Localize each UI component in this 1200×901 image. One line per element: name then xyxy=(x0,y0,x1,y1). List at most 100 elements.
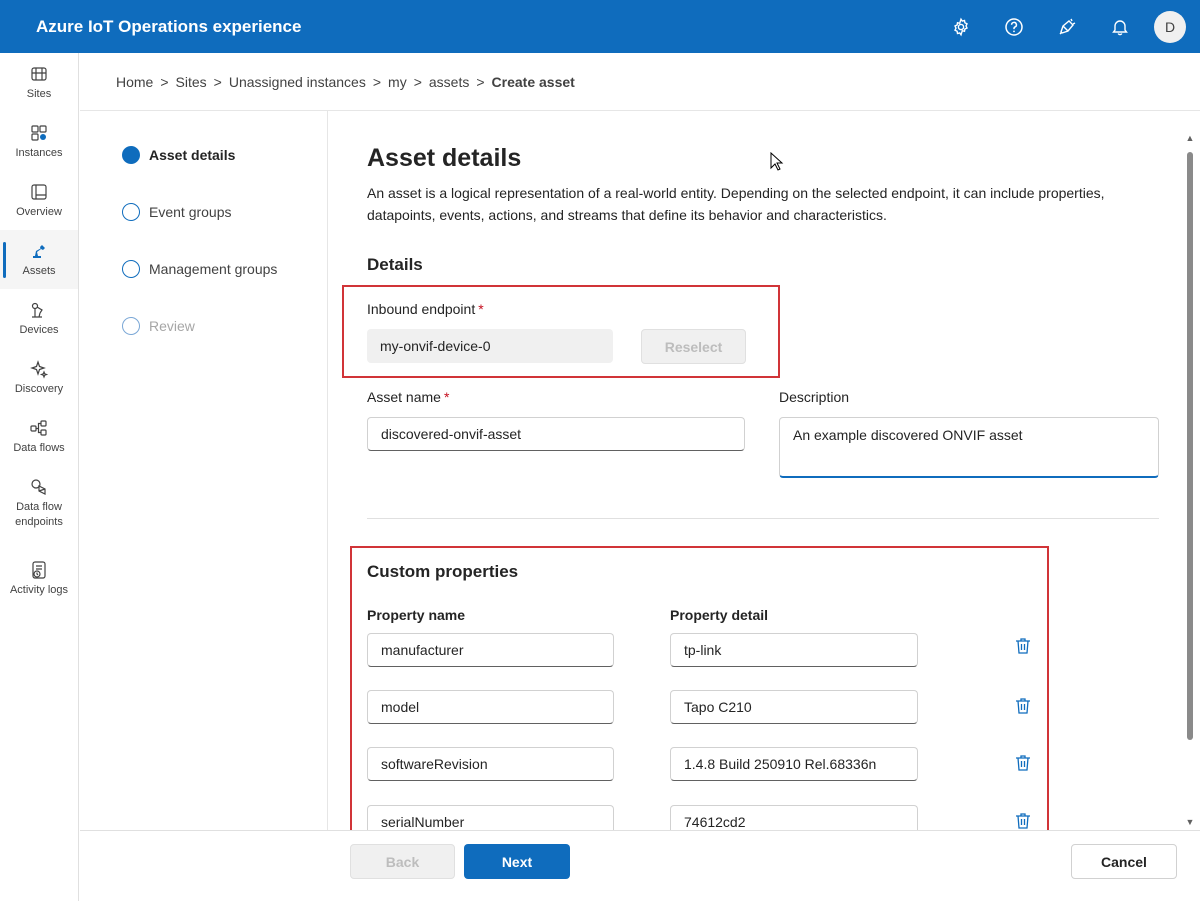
property-name-input[interactable]: softwareRevision xyxy=(367,747,614,781)
discovery-icon xyxy=(30,359,49,379)
nav-item-sites[interactable]: Sites xyxy=(0,53,78,112)
property-name-input[interactable]: manufacturer xyxy=(367,633,614,667)
nav-label: Assets xyxy=(22,264,56,277)
required-mark: * xyxy=(443,389,450,405)
property-name-input[interactable]: model xyxy=(367,690,614,724)
next-button[interactable]: Next xyxy=(464,844,570,879)
step-indicator-icon xyxy=(122,203,140,221)
breadcrumb-home[interactable]: Home xyxy=(116,74,153,90)
reselect-button[interactable]: Reselect xyxy=(641,329,746,364)
nav-label: Overview xyxy=(16,205,62,218)
nav-item-instances[interactable]: Instances xyxy=(0,112,78,171)
description-textarea[interactable]: An example discovered ONVIF asset xyxy=(779,417,1159,478)
inbound-endpoint-label-text: Inbound endpoint xyxy=(367,301,476,317)
property-name-value: model xyxy=(381,699,420,715)
breadcrumb-my[interactable]: my xyxy=(388,74,407,90)
property-name-input[interactable]: serialNumber xyxy=(367,805,614,830)
wizard-steps: Asset details Event groups Management gr… xyxy=(80,111,328,830)
asset-name-label: Asset name * xyxy=(367,389,449,405)
trash-icon[interactable] xyxy=(1013,811,1033,830)
step-review: Review xyxy=(122,317,195,335)
back-button[interactable]: Back xyxy=(350,844,455,879)
nav-label: Discovery xyxy=(14,382,64,395)
breadcrumb-sites[interactable]: Sites xyxy=(176,74,207,90)
step-label: Asset details xyxy=(149,147,236,163)
top-icons: D xyxy=(934,0,1186,53)
breadcrumb-separator: > xyxy=(476,73,485,90)
main-scrollbar[interactable]: ▲ ▼ xyxy=(1184,132,1196,828)
asset-name-input[interactable]: discovered-onvif-asset xyxy=(367,417,745,451)
nav-item-data-flow-endpoints[interactable]: Data flow endpoints xyxy=(0,466,78,541)
step-label: Event groups xyxy=(149,204,232,220)
step-label: Review xyxy=(149,318,195,334)
sites-icon xyxy=(31,66,47,81)
section-divider xyxy=(367,518,1159,519)
required-mark: * xyxy=(478,301,484,317)
custom-properties-heading: Custom properties xyxy=(367,562,519,581)
property-detail-input[interactable]: 74612cd2 xyxy=(670,805,918,830)
scroll-down-icon[interactable]: ▼ xyxy=(1184,816,1196,828)
nav-label: Data flow endpoints xyxy=(15,501,63,528)
footer-bar: Back Next Cancel xyxy=(80,830,1200,901)
inbound-endpoint-value: my-onvif-device-0 xyxy=(380,338,491,354)
inbound-endpoint-label: Inbound endpoint * xyxy=(367,301,484,317)
gear-icon[interactable] xyxy=(934,0,987,53)
step-indicator-icon xyxy=(122,146,140,164)
trash-icon[interactable] xyxy=(1013,753,1033,773)
breadcrumb-separator: > xyxy=(213,73,222,90)
property-detail-value: 74612cd2 xyxy=(684,814,746,830)
nav-item-overview[interactable]: Overview xyxy=(0,171,78,230)
description-label: Description xyxy=(779,389,850,405)
nav-item-assets[interactable]: Assets xyxy=(0,230,78,289)
nav-item-discovery[interactable]: Discovery xyxy=(0,348,78,407)
breadcrumb-current: Create asset xyxy=(491,73,575,90)
breadcrumb-separator: > xyxy=(413,73,422,90)
nav-item-activity-logs[interactable]: Activity logs xyxy=(0,541,78,616)
inbound-endpoint-field: my-onvif-device-0 xyxy=(367,329,613,363)
nav-item-data-flows[interactable]: Data flows xyxy=(0,407,78,466)
property-name-value: softwareRevision xyxy=(381,756,488,772)
overview-icon xyxy=(31,183,47,200)
step-asset-details[interactable]: Asset details xyxy=(122,146,235,164)
breadcrumb-separator: > xyxy=(160,73,169,90)
property-detail-input[interactable]: tp-link xyxy=(670,633,918,667)
bell-icon[interactable] xyxy=(1093,0,1146,53)
nav-label: Data flows xyxy=(13,441,65,454)
property-name-column-header: Property name xyxy=(367,607,466,623)
property-detail-input[interactable]: 1.4.8 Build 250910 Rel.68336n xyxy=(670,747,918,781)
nav-item-devices[interactable]: Devices xyxy=(0,289,78,348)
nav-label: Activity logs xyxy=(9,583,69,596)
nav-label: Devices xyxy=(19,323,59,336)
instances-icon xyxy=(31,124,47,141)
breadcrumb-assets[interactable]: assets xyxy=(429,74,469,90)
app-title: Azure IoT Operations experience xyxy=(36,16,302,36)
page-title: Asset details xyxy=(367,144,522,172)
activity-logs-icon xyxy=(32,560,46,579)
step-indicator-icon xyxy=(122,317,140,335)
scroll-thumb[interactable] xyxy=(1187,152,1193,740)
mouse-cursor-icon xyxy=(770,152,784,171)
details-heading: Details xyxy=(367,255,423,274)
feedback-icon[interactable] xyxy=(1040,0,1093,53)
asset-name-label-text: Asset name xyxy=(367,389,441,405)
cancel-button[interactable]: Cancel xyxy=(1071,844,1177,879)
scroll-up-icon[interactable]: ▲ xyxy=(1184,132,1196,144)
description-value: An example discovered ONVIF asset xyxy=(793,427,1023,443)
help-icon[interactable] xyxy=(987,0,1040,53)
avatar[interactable]: D xyxy=(1154,10,1186,43)
property-detail-column-header: Property detail xyxy=(670,607,769,623)
trash-icon[interactable] xyxy=(1013,636,1033,656)
property-name-value: serialNumber xyxy=(381,814,465,830)
nav-label: Instances xyxy=(15,146,63,159)
breadcrumb-separator: > xyxy=(372,73,382,90)
breadcrumb-unassigned-instances[interactable]: Unassigned instances xyxy=(229,74,366,90)
assets-icon xyxy=(33,244,45,258)
step-event-groups[interactable]: Event groups xyxy=(122,203,232,221)
step-management-groups[interactable]: Management groups xyxy=(122,260,277,278)
dataflow-endpoints-icon xyxy=(31,479,46,495)
step-indicator-icon xyxy=(122,260,140,278)
devices-icon xyxy=(31,302,43,318)
property-detail-value: tp-link xyxy=(684,642,722,658)
trash-icon[interactable] xyxy=(1013,696,1033,716)
property-detail-input[interactable]: Tapo C210 xyxy=(670,690,918,724)
